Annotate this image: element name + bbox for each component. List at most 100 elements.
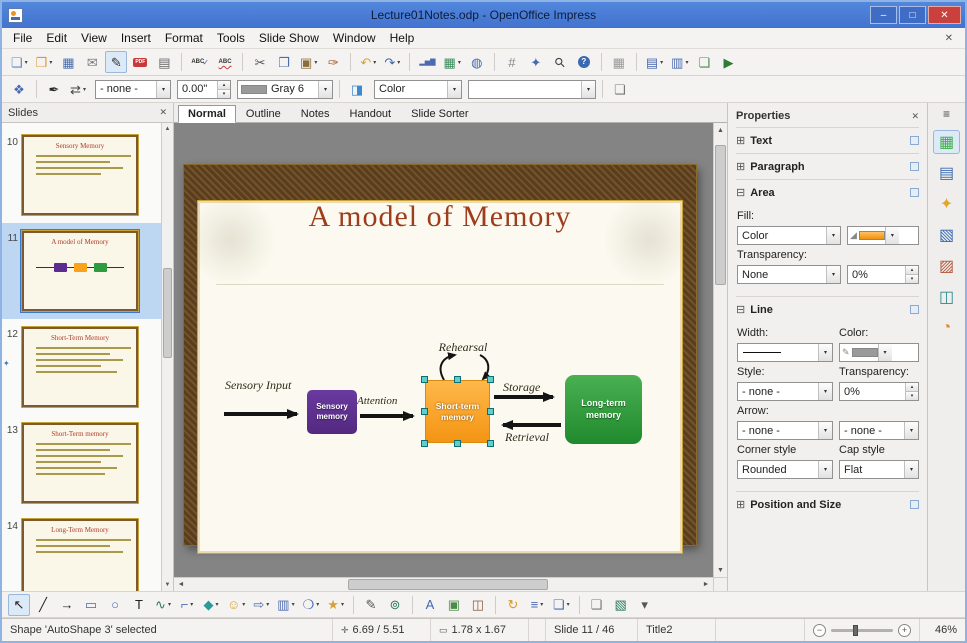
selection-handle[interactable] <box>487 376 494 383</box>
spin-down-icon[interactable]: ▾ <box>906 274 918 283</box>
collapse-icon[interactable]: ⊟ <box>736 303 745 316</box>
open-icon[interactable]: ❒ ▾ <box>33 51 56 73</box>
dialog-launcher-icon[interactable] <box>910 500 919 509</box>
dropdown-arrow-icon[interactable]: ▾ <box>341 601 344 608</box>
slides-panel-close-icon[interactable]: ✕ <box>159 107 167 118</box>
dialog-launcher-icon[interactable] <box>910 305 919 314</box>
basic-shapes-icon[interactable]: ◆ ▾ <box>200 594 222 616</box>
line-width-spinner[interactable]: 0.00" ▴ ▾ <box>177 79 231 99</box>
table-icon[interactable]: ▦ ▾ <box>441 51 464 73</box>
dropdown-arrow-icon[interactable]: ▾ <box>818 461 832 478</box>
sidebar-navigator-tab-icon[interactable]: ◔ <box>933 316 960 340</box>
flowchart-icon[interactable]: ▥ ▾ <box>274 594 297 616</box>
dropdown-arrow-icon[interactable]: ▾ <box>904 422 918 439</box>
spin-down-icon[interactable]: ▾ <box>218 88 230 98</box>
scroll-down-icon[interactable]: ▼ <box>714 563 727 577</box>
zoom-slider-thumb[interactable] <box>853 624 858 636</box>
spin-down-icon[interactable]: ▾ <box>906 391 918 400</box>
selection-handle[interactable] <box>487 407 494 415</box>
menu-window[interactable]: Window <box>326 29 383 47</box>
slide-design-icon[interactable]: ▤ ▾ <box>643 51 666 73</box>
zoom-in-button[interactable]: + <box>898 623 911 637</box>
symbol-shapes-icon[interactable]: ☺ ▾ <box>224 594 248 616</box>
arrange-icon[interactable]: ❏ ▾ <box>550 594 573 616</box>
scrollbar-thumb[interactable] <box>715 145 726 285</box>
sidebar-styles-tab-icon[interactable]: ▨ <box>933 254 960 278</box>
curve-icon[interactable]: ∿ ▾ <box>152 594 174 616</box>
shadow-icon[interactable]: ❏ <box>609 78 631 100</box>
display-grid-icon[interactable]: ▦ <box>608 51 630 73</box>
chart-icon[interactable]: ▂▅▇ <box>416 51 438 73</box>
spellcheck-icon[interactable]: ABC ✓ <box>188 51 212 73</box>
navigator-icon[interactable]: ✦ <box>525 51 547 73</box>
cap-style-select[interactable]: Flat ▾ <box>839 460 919 479</box>
line-color-select[interactable]: ✎ ▾ <box>839 343 919 362</box>
arrow-style-icon[interactable]: ⇄ ▾ <box>67 78 89 100</box>
menu-edit[interactable]: Edit <box>39 29 74 47</box>
scroll-right-icon[interactable]: ► <box>699 578 713 591</box>
line-dialog-icon[interactable]: ✒ <box>43 78 65 100</box>
fill-color-select[interactable]: ◢ ▾ <box>847 226 919 245</box>
help-icon[interactable]: ? <box>573 51 595 73</box>
menu-insert[interactable]: Insert <box>114 29 158 47</box>
area-dialog-icon[interactable]: ◨ <box>346 78 368 100</box>
edit-points-icon[interactable]: ✎ <box>360 594 382 616</box>
scroll-down-icon[interactable]: ▼ <box>162 579 173 591</box>
glue-points-icon[interactable]: ⊚ <box>384 594 406 616</box>
view-tab-slide-sorter[interactable]: Slide Sorter <box>401 105 478 123</box>
selection-handle[interactable] <box>487 440 494 447</box>
arrow-end-select[interactable]: - none - ▾ <box>839 421 919 440</box>
copy-icon[interactable]: ❐ <box>273 51 295 73</box>
section-header-line[interactable]: ⊟ Line <box>736 296 919 322</box>
selection-handle[interactable] <box>421 440 428 447</box>
select-icon[interactable]: ↖ <box>8 593 30 616</box>
line-icon[interactable]: ╱ <box>32 594 54 616</box>
toolbar-options-icon[interactable]: ▾ <box>634 594 656 616</box>
dropdown-arrow-icon[interactable]: ▾ <box>25 59 28 66</box>
new-document-icon[interactable]: ❏ ▾ <box>8 51 31 73</box>
slides-panel-scrollbar[interactable]: ▲ ▼ <box>161 123 173 591</box>
dropdown-arrow-icon[interactable]: ▾ <box>660 59 663 66</box>
stars-icon[interactable]: ★ ▾ <box>324 594 347 616</box>
menu-format[interactable]: Format <box>158 29 210 47</box>
dropdown-arrow-icon[interactable]: ▾ <box>318 80 332 98</box>
print-icon[interactable]: ▤ <box>153 51 175 73</box>
dropdown-arrow-icon[interactable]: ▾ <box>314 59 317 66</box>
sidebar-properties-tab-icon[interactable]: ▦ <box>933 130 960 154</box>
slide-layout-icon[interactable]: ▥ ▾ <box>668 51 691 73</box>
hyperlink-icon[interactable]: ◍ <box>466 51 488 73</box>
zoom-icon[interactable]: ⚲ <box>549 51 571 73</box>
dialog-launcher-icon[interactable] <box>910 188 919 197</box>
dropdown-arrow-icon[interactable]: ▾ <box>581 80 595 98</box>
transparency-type-select[interactable]: None ▾ <box>737 265 841 284</box>
export-pdf-icon[interactable]: PDF <box>129 51 151 73</box>
close-button[interactable]: ✕ <box>928 6 961 24</box>
dropdown-arrow-icon[interactable]: ▾ <box>397 59 400 66</box>
line-color-select[interactable]: Gray 6 ▾ <box>237 79 333 99</box>
menu-help[interactable]: Help <box>383 29 422 47</box>
area-style-select[interactable]: Color ▾ <box>374 79 462 99</box>
slide-thumbnail-11[interactable]: 11 A model of Memory <box>2 223 161 319</box>
spin-up-icon[interactable]: ▴ <box>218 80 230 89</box>
dropdown-arrow-icon[interactable]: ▾ <box>818 344 832 361</box>
line-transparency-spinner[interactable]: 0% ▴ ▾ <box>839 382 919 401</box>
spin-up-icon[interactable]: ▴ <box>906 266 918 274</box>
dropdown-arrow-icon[interactable]: ▾ <box>818 422 832 439</box>
slide[interactable]: A model of Memory Sensory Input Attentio… <box>197 200 683 554</box>
long-term-memory-box[interactable]: Long-term memory <box>565 375 642 444</box>
sidebar-master-pages-tab-icon[interactable]: ▤ <box>933 161 960 185</box>
label-attention[interactable]: Attention <box>357 395 397 407</box>
scroll-up-icon[interactable]: ▲ <box>162 123 173 135</box>
sensory-memory-box[interactable]: Sensory memory <box>307 390 357 434</box>
selection-handle[interactable] <box>421 407 428 415</box>
view-tab-outline[interactable]: Outline <box>236 105 291 123</box>
rotate-icon[interactable]: ↻ <box>502 594 524 616</box>
slide-thumbnail-14[interactable]: 14 Long-Term Memory <box>2 511 161 591</box>
slide-thumbnail-13[interactable]: 13 Short-Term memory <box>2 415 161 511</box>
dialog-launcher-icon[interactable] <box>910 136 919 145</box>
document-close-icon[interactable]: ✕ <box>937 33 961 44</box>
selection-handle[interactable] <box>453 376 461 383</box>
selection-handle[interactable] <box>453 440 461 447</box>
label-retrieval[interactable]: Retrieval <box>505 430 549 445</box>
minimize-button[interactable]: – <box>870 6 897 24</box>
